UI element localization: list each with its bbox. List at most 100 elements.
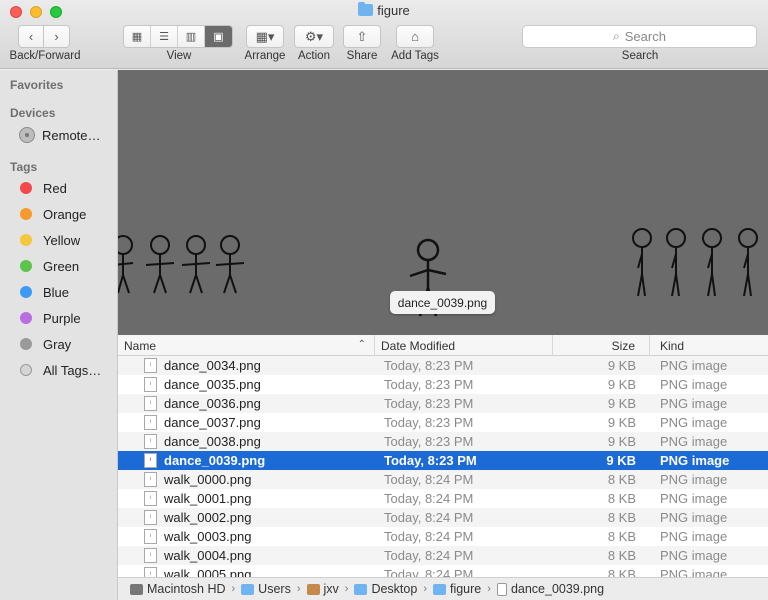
kind-cell: PNG image [660,567,728,577]
name-column-header[interactable]: Name ⌃ [118,335,375,356]
path-separator-icon: › [231,583,236,595]
size-cell: 9 KB [607,434,636,449]
file-rows: ı dance_0034.png Today, 8:23 PM 9 KB PNG ima… [118,356,768,577]
search-input[interactable]: ⌕ Search [522,25,757,48]
sidebar-tag-gray[interactable]: Gray [20,334,71,354]
column-view-button[interactable]: ▥ [178,26,205,47]
kind-cell: PNG image [660,396,728,411]
date-cell: Today, 8:23 PM [384,396,474,411]
path-item-macintosh-hd[interactable]: Macintosh HD [130,582,226,596]
left-dance-figures [118,235,245,294]
preview-caption: dance_0039.png [390,291,495,314]
date-column-header[interactable]: Date Modified [375,335,553,356]
search-label: Search [621,50,659,62]
table-row[interactable]: ı dance_0034.png Today, 8:23 PM 9 KB PNG ima… [118,356,768,375]
date-cell: Today, 8:24 PM [384,510,474,525]
table-row[interactable]: ı dance_0035.png Today, 8:23 PM 9 KB PNG ima… [118,375,768,394]
share-label: Share [346,50,378,62]
path-item-figure[interactable]: figure [432,582,481,596]
table-row[interactable]: ı dance_0037.png Today, 8:23 PM 9 KB PNG ima… [118,413,768,432]
date-cell: Today, 8:24 PM [384,529,474,544]
file-name-cell: ı dance_0039.png [118,453,375,468]
size-cell: 9 KB [607,377,636,392]
table-row[interactable]: ı walk_0000.png Today, 8:24 PM 8 KB PNG imag… [118,470,768,489]
table-row[interactable]: ı walk_0002.png Today, 8:24 PM 8 KB PNG imag… [118,508,768,527]
path-separator-icon: › [423,583,427,595]
chevron-right-icon: › [54,29,59,44]
view-label: View [166,50,192,62]
sidebar-all-tags[interactable]: All Tags… [20,360,101,380]
right-walk-figures [632,228,758,297]
size-column-header[interactable]: Size [553,335,650,356]
size-cell: 8 KB [607,491,636,506]
table-row[interactable]: ı walk_0005.png Today, 8:24 PM 8 KB PNG imag… [118,565,768,577]
list-view-button[interactable]: ☰ [151,26,178,47]
table-row[interactable]: ı dance_0036.png Today, 8:23 PM 9 KB PNG ima… [118,394,768,413]
sidebar-tag-red[interactable]: Red [20,178,67,198]
table-row[interactable]: ı walk_0003.png Today, 8:24 PM 8 KB PNG imag… [118,527,768,546]
file-list: Name ⌃ Date Modified Size Kind ı dance_003… [118,335,768,577]
yellow-tag-icon [20,234,32,246]
back-button[interactable]: ‹ [18,25,44,48]
png-file-icon: ı [144,567,157,577]
table-row[interactable]: ı dance_0038.png Today, 8:23 PM 9 KB PNG ima… [118,432,768,451]
table-row[interactable]: ı walk_0004.png Today, 8:24 PM 8 KB PNG imag… [118,546,768,565]
png-file-icon: ı [144,415,157,430]
folder-icon [358,2,374,16]
cover-flow-view-button[interactable]: ▣ [205,26,232,47]
share-button[interactable]: ⇧ [343,25,381,48]
sidebar-tag-green[interactable]: Green [20,256,79,276]
arrange-button[interactable]: ▦▾ [246,25,284,48]
chevron-left-icon: ‹ [28,29,34,44]
kind-cell: PNG image [660,472,728,487]
home-icon [306,583,320,595]
table-row[interactable]: ı dance_0039.png Today, 8:23 PM 9 KB PNG ima… [118,451,768,470]
png-file-icon: ı [144,377,157,392]
grid-icon: ▦▾ [255,28,275,44]
add-tags-button[interactable]: ⌂ [396,25,434,48]
path-item-file[interactable]: dance_0039.png [496,582,604,596]
kind-cell: PNG image [660,377,728,392]
list-header: Name ⌃ Date Modified Size Kind [118,335,768,356]
path-item-users[interactable]: Users [241,582,291,596]
png-file-icon: ı [144,358,157,373]
path-item-desktop[interactable]: Desktop [354,582,417,596]
date-cell: Today, 8:23 PM [384,358,474,373]
forward-button[interactable]: › [44,25,70,48]
sidebar-tag-yellow[interactable]: Yellow [20,230,80,250]
action-button[interactable]: ⚙▾ [294,25,334,48]
sidebar-item-remote[interactable]: Remote… [19,125,101,145]
kind-cell: PNG image [660,453,730,468]
sidebar-tag-purple[interactable]: Purple [20,308,81,328]
file-name-cell: ı walk_0003.png [118,529,375,544]
kind-cell: PNG image [660,358,728,373]
file-name-cell: ı dance_0038.png [118,434,375,449]
disc-icon [19,127,35,143]
back-forward-label: Back/Forward [9,50,81,62]
tags-heading: Tags [10,160,38,174]
window-title: figure [0,2,768,18]
favorites-heading: Favorites [10,78,64,92]
folder-icon [241,583,255,595]
icon-view-button[interactable]: ▦ [124,26,151,47]
png-file-icon: ı [144,396,157,411]
view-mode-segmented-control: ▦ ☰ ▥ ▣ [123,25,233,48]
date-cell: Today, 8:23 PM [384,415,474,430]
date-cell: Today, 8:23 PM [384,377,474,392]
path-item-home[interactable]: jxv [306,582,339,596]
table-row[interactable]: ı walk_0001.png Today, 8:24 PM 8 KB PNG imag… [118,489,768,508]
red-tag-icon [20,182,32,194]
arrange-label: Arrange [244,50,286,62]
file-name-cell: ı walk_0004.png [118,548,375,563]
sidebar: Favorites Devices Remote… Tags Red Orang… [0,70,118,600]
kind-cell: PNG image [660,491,728,506]
png-file-icon: ı [144,453,157,468]
kind-column-header[interactable]: Kind [650,335,768,356]
file-name-cell: ı dance_0036.png [118,396,375,411]
date-cell: Today, 8:23 PM [384,434,474,449]
toolbar: figure ‹ › Back/Forward ▦ ☰ ▥ ▣ View ▦▾ … [0,0,768,69]
sidebar-tag-orange[interactable]: Orange [20,204,86,224]
sidebar-tag-blue[interactable]: Blue [20,282,69,302]
devices-heading: Devices [10,106,56,120]
path-separator-icon: › [344,583,349,595]
